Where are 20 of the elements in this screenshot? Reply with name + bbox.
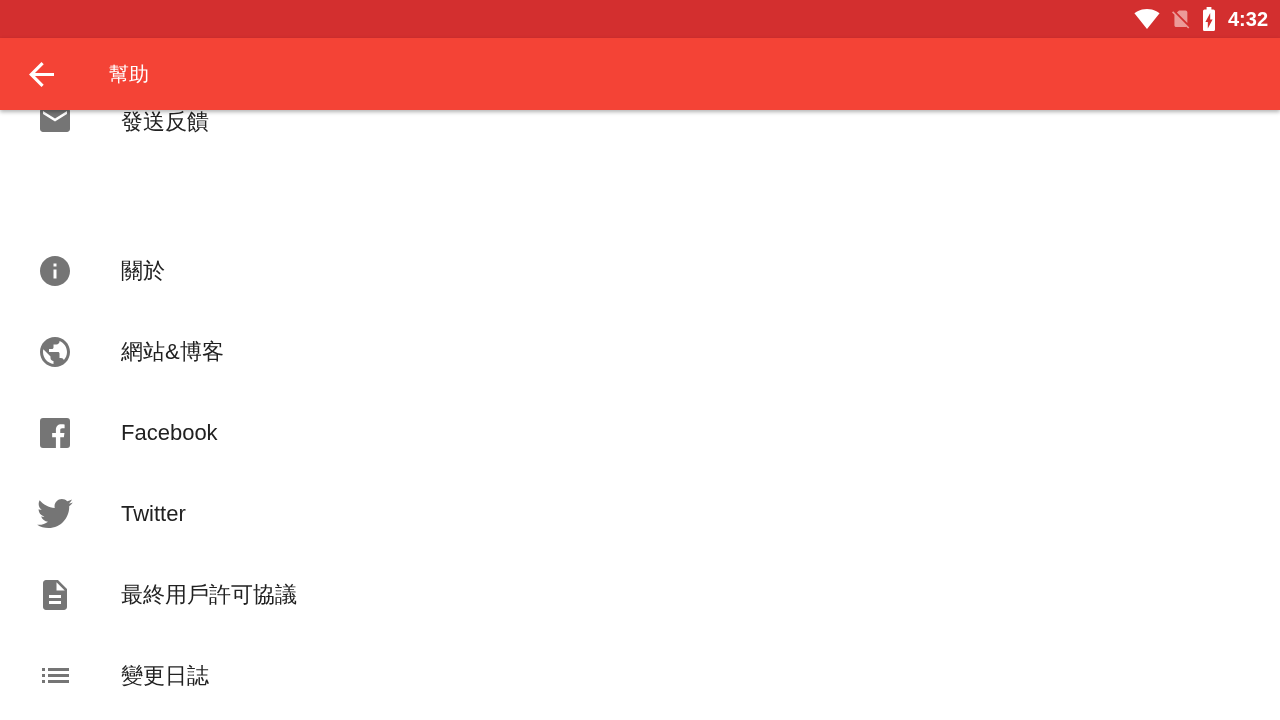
list-item[interactable]: Facebook — [0, 392, 1280, 473]
document-icon — [43, 579, 67, 610]
info-icon — [40, 255, 70, 286]
list-item[interactable]: Twitter — [0, 473, 1280, 554]
facebook-icon — [40, 417, 70, 448]
list-icon — [41, 668, 69, 683]
no-sim-icon — [1171, 9, 1190, 29]
list-item[interactable]: 關於 — [0, 230, 1280, 311]
arrow-left-icon — [28, 61, 54, 87]
list-item[interactable]: 變更日誌 — [0, 635, 1280, 716]
bird-icon — [37, 499, 73, 528]
wifi-icon — [1133, 9, 1160, 29]
screen-title: 幫助 — [109, 62, 149, 87]
battery-charging-icon — [1202, 7, 1215, 31]
list-item[interactable]: 最終用戶許可協議 — [0, 554, 1280, 635]
status-time: 4:32 — [1227, 9, 1268, 29]
list-item[interactable]: 發送反饋 — [0, 108, 1280, 158]
globe-icon — [40, 336, 70, 367]
list-item[interactable]: 網站&博客 — [0, 311, 1280, 392]
envelope-icon — [40, 108, 70, 132]
